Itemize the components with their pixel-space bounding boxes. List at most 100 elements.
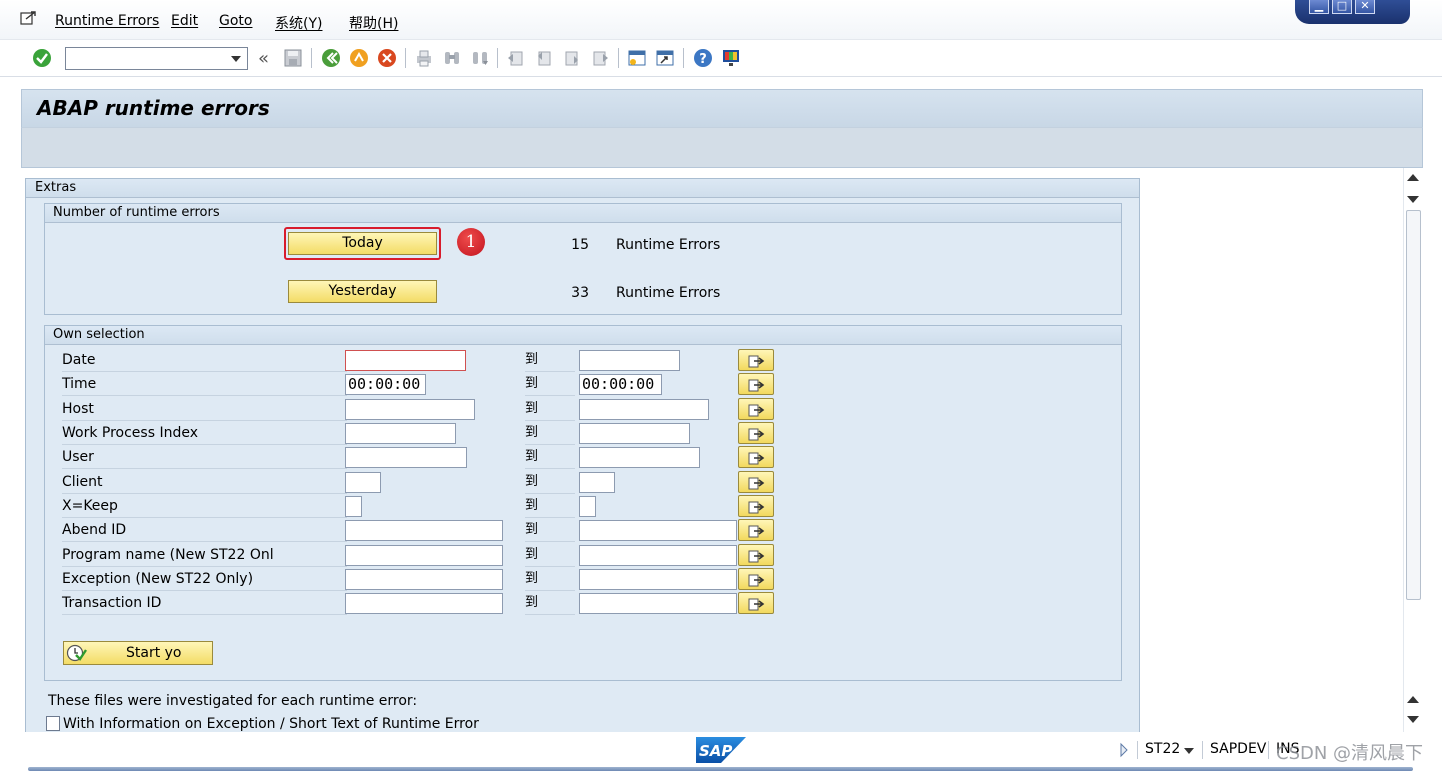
extras-panel: Extras Number of runtime errors Today 1 …	[25, 178, 1140, 738]
exit-icon[interactable]	[349, 48, 369, 68]
screen-title-bar: ABAP runtime errors	[21, 89, 1423, 127]
time-to-input[interactable]: 00:00:00	[579, 374, 662, 395]
host-to-input[interactable]	[579, 399, 709, 420]
today-count: 15	[571, 237, 589, 253]
multiple-selection-button[interactable]	[738, 349, 774, 371]
client-from-input[interactable]	[345, 472, 381, 493]
multiple-selection-icon	[748, 404, 765, 417]
multiple-selection-icon	[748, 598, 765, 611]
client-to-input[interactable]	[579, 472, 615, 493]
scroll-down-icon[interactable]	[1407, 716, 1419, 723]
svg-text:SAP: SAP	[699, 742, 732, 760]
to-label: 到	[525, 567, 575, 591]
previous-page-icon[interactable]	[534, 48, 554, 68]
work-process-index-label: Work Process Index	[62, 421, 347, 445]
minimize-icon[interactable]: ▁	[1309, 0, 1329, 14]
date-to-input[interactable]	[579, 350, 680, 371]
multiple-selection-button[interactable]	[738, 471, 774, 493]
keep-from-input[interactable]	[345, 496, 362, 517]
menu-runtime-errors[interactable]: Runtime Errors	[55, 13, 159, 29]
scroll-up-icon[interactable]	[1407, 174, 1419, 181]
work-process-index-from-input[interactable]	[345, 423, 456, 444]
multiple-selection-button[interactable]	[738, 422, 774, 444]
multiple-selection-button[interactable]	[738, 446, 774, 468]
multiple-selection-button[interactable]	[738, 592, 774, 614]
today-button[interactable]: Today	[288, 232, 437, 255]
application-toolbar	[21, 127, 1423, 168]
keep-to-input[interactable]	[579, 496, 596, 517]
yesterday-button[interactable]: Yesterday	[288, 280, 437, 303]
abend-id-from-input[interactable]	[345, 520, 503, 541]
first-page-icon[interactable]	[506, 48, 526, 68]
exception-to-input[interactable]	[579, 569, 737, 590]
help-icon[interactable]: ?	[693, 48, 713, 68]
to-label: 到	[525, 372, 575, 396]
abend-id-to-input[interactable]	[579, 520, 737, 541]
scroll-thumb[interactable]	[1406, 210, 1421, 600]
status-bar: SAP ST22 SAPDEV INS CSDN @清风晨下	[0, 732, 1442, 771]
customize-layout-icon[interactable]	[721, 48, 741, 68]
vertical-scrollbar[interactable]	[1403, 168, 1423, 732]
step-badge: 1	[457, 228, 485, 256]
today-count-label: Runtime Errors	[616, 237, 721, 253]
last-page-icon[interactable]	[590, 48, 610, 68]
multiple-selection-button[interactable]	[738, 568, 774, 590]
check-icon[interactable]	[32, 48, 52, 68]
date-from-input[interactable]	[345, 350, 466, 371]
close-icon[interactable]: ✕	[1355, 0, 1375, 14]
shortcut-icon[interactable]	[655, 48, 675, 68]
main-content: Extras Number of runtime errors Today 1 …	[21, 170, 1423, 738]
to-label: 到	[525, 397, 575, 421]
status-expand-icon[interactable]	[1119, 742, 1129, 758]
svg-text:?: ?	[699, 52, 707, 67]
status-strip	[28, 767, 1413, 771]
host-from-input[interactable]	[345, 399, 475, 420]
menu-system[interactable]: 系统(Y)	[275, 13, 322, 33]
user-to-input[interactable]	[579, 447, 700, 468]
find-icon[interactable]	[442, 48, 462, 68]
scroll-down-icon[interactable]	[1407, 196, 1419, 203]
client-label: Client	[62, 470, 347, 494]
collapse-icon[interactable]: «	[258, 48, 269, 69]
multiple-selection-button[interactable]	[738, 519, 774, 541]
create-session-icon[interactable]	[627, 48, 647, 68]
multiple-selection-button[interactable]	[738, 495, 774, 517]
program-name-from-input[interactable]	[345, 545, 503, 566]
maximize-icon[interactable]: □	[1332, 0, 1352, 14]
menu-help[interactable]: 帮助(H)	[349, 13, 398, 33]
menu-goto[interactable]: Goto	[219, 13, 252, 29]
status-separator	[1202, 741, 1203, 759]
multiple-selection-button[interactable]	[738, 544, 774, 566]
chevron-down-icon[interactable]	[231, 56, 241, 62]
page-title: ABAP runtime errors	[37, 96, 270, 120]
multiple-selection-button[interactable]	[738, 373, 774, 395]
scroll-up-icon[interactable]	[1407, 696, 1419, 703]
find-next-icon[interactable]	[470, 48, 490, 68]
time-from-input[interactable]: 00:00:00	[345, 374, 426, 395]
chevron-down-icon[interactable]	[1184, 748, 1194, 754]
multiple-selection-icon	[748, 477, 765, 490]
start-button-label: Start yo	[126, 645, 182, 661]
exception-info-checkbox[interactable]	[46, 716, 60, 731]
work-process-index-to-input[interactable]	[579, 423, 690, 444]
to-label: 到	[525, 470, 575, 494]
transaction-id-label: Transaction ID	[62, 591, 347, 615]
system-menu-icon[interactable]	[20, 10, 38, 26]
back-icon[interactable]	[321, 48, 341, 68]
next-page-icon[interactable]	[562, 48, 582, 68]
cancel-icon[interactable]	[377, 48, 397, 68]
menu-edit[interactable]: Edit	[171, 13, 198, 29]
user-label: User	[62, 445, 347, 469]
exception-label: Exception (New ST22 Only)	[62, 567, 347, 591]
multiple-selection-button[interactable]	[738, 398, 774, 420]
print-icon[interactable]	[414, 48, 434, 68]
transaction-id-from-input[interactable]	[345, 593, 503, 614]
user-from-input[interactable]	[345, 447, 467, 468]
command-field[interactable]	[65, 47, 248, 70]
exception-from-input[interactable]	[345, 569, 503, 590]
start-button[interactable]: Start yo	[63, 641, 213, 665]
save-icon[interactable]	[283, 48, 303, 68]
transaction-id-to-input[interactable]	[579, 593, 737, 614]
status-transaction[interactable]: ST22	[1145, 741, 1180, 757]
program-name-to-input[interactable]	[579, 545, 737, 566]
